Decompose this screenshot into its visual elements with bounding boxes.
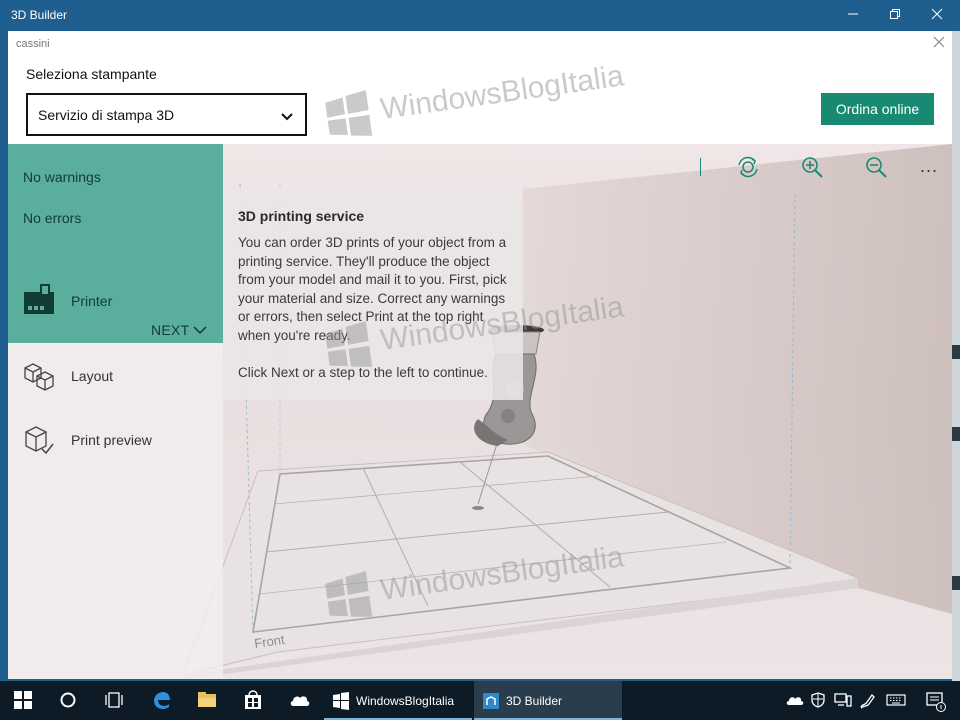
tray-network[interactable] bbox=[830, 681, 856, 720]
keyboard-icon bbox=[886, 694, 906, 706]
network-icon bbox=[834, 693, 852, 707]
task-view-icon bbox=[105, 692, 123, 708]
cortana-button[interactable] bbox=[45, 681, 91, 720]
printer-step-label: Printer bbox=[71, 293, 113, 309]
background-window-edge bbox=[952, 31, 960, 681]
printer-icon bbox=[24, 284, 54, 314]
dialog-title: cassini bbox=[16, 38, 50, 50]
print-preview-icon bbox=[25, 426, 54, 455]
taskbar-app-label: 3D Builder bbox=[506, 694, 563, 708]
minimize-button[interactable] bbox=[830, 0, 876, 31]
windows-logo-watermark bbox=[325, 90, 373, 136]
zoom-out-button[interactable] bbox=[863, 154, 889, 180]
zoom-out-icon bbox=[866, 157, 887, 178]
cortana-icon bbox=[60, 692, 76, 708]
printer-step-panel[interactable]: No warnings No errors Printer NEXT bbox=[8, 144, 223, 343]
task-view-button[interactable] bbox=[91, 681, 137, 720]
taskbar-app-3d-builder[interactable]: 3D Builder bbox=[474, 681, 622, 720]
watermark: WindowsBlogItalia bbox=[322, 59, 626, 150]
watermark-text: WindowsBlogItalia bbox=[378, 59, 626, 127]
info-heading: 3D printing service bbox=[238, 208, 365, 224]
zoom-in-icon bbox=[802, 157, 823, 178]
restore-icon bbox=[890, 9, 900, 19]
background-mark bbox=[952, 345, 960, 359]
more-options-button[interactable]: ... bbox=[920, 156, 938, 177]
pen-icon bbox=[860, 693, 875, 709]
layout-step-label: Layout bbox=[71, 368, 114, 384]
minimize-icon bbox=[848, 13, 858, 15]
dialog-close-button[interactable] bbox=[930, 35, 948, 53]
cloud-icon bbox=[290, 696, 310, 706]
windows-logo-icon bbox=[333, 692, 349, 710]
rotate-view-button[interactable] bbox=[735, 154, 761, 180]
tray-action-center[interactable] bbox=[922, 681, 948, 720]
shield-icon bbox=[811, 692, 825, 708]
background-mark bbox=[952, 427, 960, 441]
windows-logo-watermark bbox=[325, 571, 373, 617]
info-tooltip: 3D printing service You can order 3D pri… bbox=[223, 188, 523, 400]
3d-viewport[interactable]: Front No warnings No errors Printer NEXT bbox=[8, 144, 952, 679]
maximize-button[interactable] bbox=[872, 0, 918, 31]
next-button[interactable]: NEXT bbox=[151, 322, 190, 338]
steps-panel: No warnings No errors Printer NEXT Layou… bbox=[8, 144, 223, 679]
zoom-in-button[interactable] bbox=[799, 154, 825, 180]
store-button[interactable] bbox=[230, 681, 276, 720]
close-icon bbox=[933, 36, 945, 48]
printer-select[interactable]: Servizio di stampa 3D bbox=[26, 93, 307, 136]
order-online-button[interactable]: Ordina online bbox=[821, 93, 934, 125]
edge-icon bbox=[154, 692, 170, 709]
window-titlebar: 3D Builder bbox=[0, 0, 960, 31]
cloud-icon bbox=[786, 697, 804, 705]
taskbar: WindowsBlogItalia 3D Builder bbox=[0, 681, 960, 720]
edge-button[interactable] bbox=[138, 681, 184, 720]
tray-defender[interactable] bbox=[806, 681, 832, 720]
onedrive-button[interactable] bbox=[276, 681, 322, 720]
window-close-button[interactable] bbox=[914, 0, 960, 31]
notification-icon bbox=[926, 692, 946, 712]
chevron-down-icon bbox=[193, 326, 207, 335]
3d-builder-icon bbox=[483, 693, 499, 709]
windows-logo-watermark bbox=[325, 321, 373, 367]
background-mark bbox=[952, 576, 960, 590]
tray-ink-workspace[interactable] bbox=[854, 681, 880, 720]
tray-onedrive[interactable] bbox=[782, 681, 808, 720]
taskbar-app-label: WindowsBlogItalia bbox=[356, 694, 455, 708]
print-preview-step-label: Print preview bbox=[71, 432, 152, 448]
close-icon bbox=[931, 8, 943, 20]
chevron-down-icon bbox=[281, 113, 293, 121]
taskbar-app-windowsblogitalia[interactable]: WindowsBlogItalia bbox=[324, 681, 472, 720]
printer-select-label: Seleziona stampante bbox=[26, 66, 157, 82]
toolbar-divider bbox=[700, 158, 701, 176]
rotate-view-icon bbox=[738, 156, 758, 178]
file-explorer-button[interactable] bbox=[184, 681, 230, 720]
printer-select-value: Servizio di stampa 3D bbox=[38, 107, 175, 123]
warnings-status: No warnings bbox=[23, 169, 101, 185]
print-dialog: cassini Seleziona stampante Servizio di … bbox=[8, 31, 952, 679]
start-button[interactable] bbox=[0, 681, 46, 720]
folder-icon bbox=[198, 692, 216, 707]
tray-keyboard[interactable] bbox=[882, 681, 908, 720]
errors-status: No errors bbox=[23, 210, 82, 226]
print-preview-step[interactable]: Print preview bbox=[8, 418, 223, 462]
layout-icon bbox=[24, 363, 54, 391]
window-title: 3D Builder bbox=[11, 8, 68, 22]
windows-start-icon bbox=[14, 691, 32, 709]
layout-step[interactable]: Layout bbox=[8, 354, 223, 398]
store-icon bbox=[245, 690, 261, 709]
